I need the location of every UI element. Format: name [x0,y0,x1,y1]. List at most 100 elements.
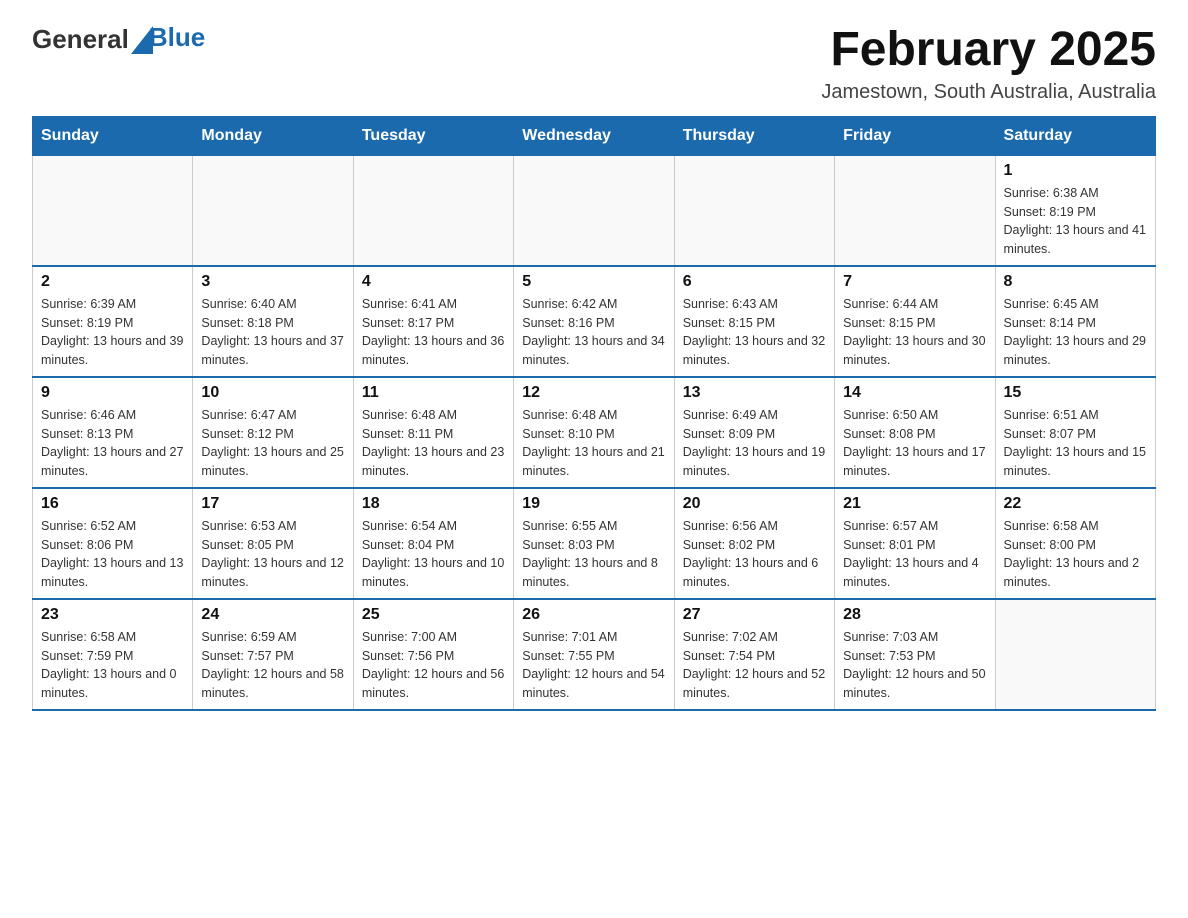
day-info: Sunrise: 6:43 AM Sunset: 8:15 PM Dayligh… [683,295,826,370]
calendar-day-cell: 27 Sunrise: 7:02 AM Sunset: 7:54 PM Dayli… [674,599,834,710]
day-number: 14 [843,384,986,402]
day-number: 20 [683,495,826,513]
day-info: Sunrise: 6:40 AM Sunset: 8:18 PM Dayligh… [201,295,344,370]
day-number: 5 [522,273,665,291]
day-info: Sunrise: 6:53 AM Sunset: 8:05 PM Dayligh… [201,517,344,592]
day-number: 2 [41,273,184,291]
calendar-day-cell: 13 Sunrise: 6:49 AM Sunset: 8:09 PM Dayli… [674,377,834,488]
day-info: Sunrise: 6:47 AM Sunset: 8:12 PM Dayligh… [201,406,344,481]
calendar-day-cell: 19 Sunrise: 6:55 AM Sunset: 8:03 PM Dayli… [514,488,674,599]
day-number: 27 [683,606,826,624]
calendar-day-cell: 23 Sunrise: 6:58 AM Sunset: 7:59 PM Dayli… [33,599,193,710]
day-number: 19 [522,495,665,513]
day-info: Sunrise: 6:44 AM Sunset: 8:15 PM Dayligh… [843,295,986,370]
logo: General Blue [32,24,205,54]
logo-general-text: General [32,26,129,52]
column-header-wednesday: Wednesday [514,116,674,155]
day-number: 23 [41,606,184,624]
calendar-day-cell: 28 Sunrise: 7:03 AM Sunset: 7:53 PM Dayli… [835,599,995,710]
day-number: 4 [362,273,505,291]
day-info: Sunrise: 6:39 AM Sunset: 8:19 PM Dayligh… [41,295,184,370]
calendar-day-cell: 2 Sunrise: 6:39 AM Sunset: 8:19 PM Daylig… [33,266,193,377]
day-info: Sunrise: 6:56 AM Sunset: 8:02 PM Dayligh… [683,517,826,592]
day-number: 11 [362,384,505,402]
calendar-day-cell: 17 Sunrise: 6:53 AM Sunset: 8:05 PM Dayli… [193,488,353,599]
day-number: 9 [41,384,184,402]
day-info: Sunrise: 6:58 AM Sunset: 7:59 PM Dayligh… [41,628,184,703]
day-number: 7 [843,273,986,291]
day-info: Sunrise: 7:02 AM Sunset: 7:54 PM Dayligh… [683,628,826,703]
calendar-day-cell: 7 Sunrise: 6:44 AM Sunset: 8:15 PM Daylig… [835,266,995,377]
day-info: Sunrise: 6:51 AM Sunset: 8:07 PM Dayligh… [1004,406,1147,481]
day-info: Sunrise: 6:46 AM Sunset: 8:13 PM Dayligh… [41,406,184,481]
month-title: February 2025 [821,24,1156,77]
day-info: Sunrise: 7:00 AM Sunset: 7:56 PM Dayligh… [362,628,505,703]
calendar-day-cell: 21 Sunrise: 6:57 AM Sunset: 8:01 PM Dayli… [835,488,995,599]
column-header-friday: Friday [835,116,995,155]
calendar-day-cell: 24Sunrise: 6:59 AM Sunset: 7:57 PM Dayli… [193,599,353,710]
calendar-day-cell: 14Sunrise: 6:50 AM Sunset: 8:08 PM Dayli… [835,377,995,488]
calendar-table: SundayMondayTuesdayWednesdayThursdayFrid… [32,116,1156,711]
calendar-day-cell [835,155,995,266]
logo-blue-text: Blue [149,22,205,52]
column-header-tuesday: Tuesday [353,116,513,155]
calendar-day-cell: 5 Sunrise: 6:42 AM Sunset: 8:16 PM Daylig… [514,266,674,377]
calendar-day-cell: 16 Sunrise: 6:52 AM Sunset: 8:06 PM Dayli… [33,488,193,599]
day-number: 21 [843,495,986,513]
day-number: 10 [201,384,344,402]
calendar-day-cell: 22 Sunrise: 6:58 AM Sunset: 8:00 PM Dayli… [995,488,1155,599]
day-info: Sunrise: 6:52 AM Sunset: 8:06 PM Dayligh… [41,517,184,592]
calendar-day-cell: 8Sunrise: 6:45 AM Sunset: 8:14 PM Daylig… [995,266,1155,377]
day-number: 3 [201,273,344,291]
day-number: 12 [522,384,665,402]
day-info: Sunrise: 7:01 AM Sunset: 7:55 PM Dayligh… [522,628,665,703]
calendar-day-cell [353,155,513,266]
day-number: 18 [362,495,505,513]
day-info: Sunrise: 6:58 AM Sunset: 8:00 PM Dayligh… [1004,517,1147,592]
day-info: Sunrise: 6:57 AM Sunset: 8:01 PM Dayligh… [843,517,986,592]
day-info: Sunrise: 6:59 AM Sunset: 7:57 PM Dayligh… [201,628,344,703]
calendar-day-cell: 18Sunrise: 6:54 AM Sunset: 8:04 PM Dayli… [353,488,513,599]
day-info: Sunrise: 6:48 AM Sunset: 8:11 PM Dayligh… [362,406,505,481]
calendar-week-row: 2 Sunrise: 6:39 AM Sunset: 8:19 PM Daylig… [33,266,1156,377]
day-info: Sunrise: 6:38 AM Sunset: 8:19 PM Dayligh… [1004,184,1147,259]
calendar-day-cell [33,155,193,266]
day-number: 15 [1004,384,1147,402]
calendar-day-cell: 9 Sunrise: 6:46 AM Sunset: 8:13 PM Daylig… [33,377,193,488]
column-header-saturday: Saturday [995,116,1155,155]
calendar-header-row: SundayMondayTuesdayWednesdayThursdayFrid… [33,116,1156,155]
calendar-day-cell: 1 Sunrise: 6:38 AM Sunset: 8:19 PM Daylig… [995,155,1155,266]
day-number: 26 [522,606,665,624]
day-number: 13 [683,384,826,402]
day-info: Sunrise: 6:55 AM Sunset: 8:03 PM Dayligh… [522,517,665,592]
calendar-day-cell [674,155,834,266]
day-info: Sunrise: 6:49 AM Sunset: 8:09 PM Dayligh… [683,406,826,481]
calendar-day-cell: 3 Sunrise: 6:40 AM Sunset: 8:18 PM Daylig… [193,266,353,377]
day-info: Sunrise: 6:41 AM Sunset: 8:17 PM Dayligh… [362,295,505,370]
calendar-day-cell [514,155,674,266]
calendar-week-row: 16 Sunrise: 6:52 AM Sunset: 8:06 PM Dayli… [33,488,1156,599]
day-number: 28 [843,606,986,624]
day-number: 16 [41,495,184,513]
calendar-week-row: 1 Sunrise: 6:38 AM Sunset: 8:19 PM Daylig… [33,155,1156,266]
column-header-thursday: Thursday [674,116,834,155]
calendar-day-cell [193,155,353,266]
calendar-day-cell: 26 Sunrise: 7:01 AM Sunset: 7:55 PM Dayli… [514,599,674,710]
day-number: 17 [201,495,344,513]
calendar-day-cell: 20 Sunrise: 6:56 AM Sunset: 8:02 PM Dayli… [674,488,834,599]
calendar-week-row: 9 Sunrise: 6:46 AM Sunset: 8:13 PM Daylig… [33,377,1156,488]
day-info: Sunrise: 7:03 AM Sunset: 7:53 PM Dayligh… [843,628,986,703]
calendar-day-cell: 10 Sunrise: 6:47 AM Sunset: 8:12 PM Dayli… [193,377,353,488]
calendar-day-cell: 11 Sunrise: 6:48 AM Sunset: 8:11 PM Dayli… [353,377,513,488]
calendar-week-row: 23 Sunrise: 6:58 AM Sunset: 7:59 PM Dayli… [33,599,1156,710]
column-header-sunday: Sunday [33,116,193,155]
day-info: Sunrise: 6:48 AM Sunset: 8:10 PM Dayligh… [522,406,665,481]
day-info: Sunrise: 6:42 AM Sunset: 8:16 PM Dayligh… [522,295,665,370]
day-number: 1 [1004,162,1147,180]
page-header: General Blue February 2025 Jamestown, So… [32,24,1156,104]
title-block: February 2025 Jamestown, South Australia… [821,24,1156,104]
day-number: 22 [1004,495,1147,513]
day-number: 25 [362,606,505,624]
column-header-monday: Monday [193,116,353,155]
day-info: Sunrise: 6:45 AM Sunset: 8:14 PM Dayligh… [1004,295,1147,370]
